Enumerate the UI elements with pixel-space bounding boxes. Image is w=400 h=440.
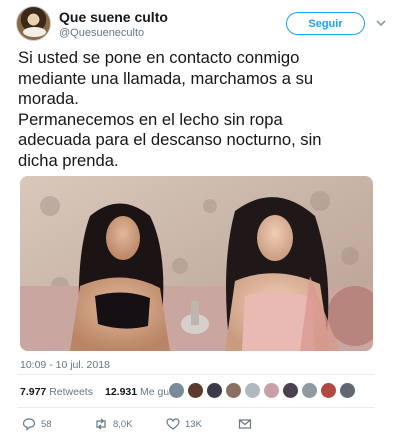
liker-avatar[interactable] [225,382,242,399]
liker-avatar[interactable] [187,382,204,399]
tweet-actions: 58 8,0K 13K [22,417,252,431]
portrait-avatar-icon[interactable] [16,6,51,41]
retweet-count: 8,0K [113,418,133,430]
retweets-count: 7.977 [20,386,47,398]
tweet-header: Que suene culto @Quesueneculto Seguir [16,6,386,42]
like-count: 13K [185,418,202,430]
liker-avatar[interactable] [168,382,185,399]
liker-avatar[interactable] [244,382,261,399]
chevron-down-icon[interactable] [375,17,387,29]
account-name-block[interactable]: Que suene culto @Quesueneculto [59,9,168,40]
liker-avatar[interactable] [282,382,299,399]
display-name[interactable]: Que suene culto [59,9,168,25]
reply-button[interactable]: 58 [22,417,94,431]
liker-avatar[interactable] [206,382,223,399]
tweet-text: Si usted se pone en contacto conmigo med… [18,48,322,170]
divider [18,374,374,375]
liker-avatar[interactable] [301,382,318,399]
direct-message-button[interactable] [238,417,252,431]
likes-count: 12.931 [104,386,138,398]
retweet-button[interactable]: 8,0K [94,417,166,431]
liker-avatars [168,382,356,399]
liker-avatar[interactable] [320,382,337,399]
follow-button[interactable]: Seguir [286,12,365,35]
liker-avatar[interactable] [339,382,356,399]
divider [18,407,374,408]
retweet-icon [96,418,106,430]
reply-count: 58 [41,418,52,430]
tweet-timestamp[interactable]: 10:09 - 10 jul. 2018 [20,359,110,371]
reply-icon [22,418,36,431]
direct-message-icon [238,419,252,429]
retweets-label: Retweets [49,386,93,398]
engagement-stats: 7.977 Retweets 12.931 Me gusta [20,386,183,398]
heart-icon [166,418,180,430]
photo-image [20,176,373,351]
like-button[interactable]: 13K [166,417,238,431]
user-handle[interactable]: @Quesueneculto [59,26,168,40]
retweets-stat[interactable]: 7.977 Retweets [20,386,93,398]
liker-avatar[interactable] [263,382,280,399]
tweet-photo[interactable] [20,176,373,351]
